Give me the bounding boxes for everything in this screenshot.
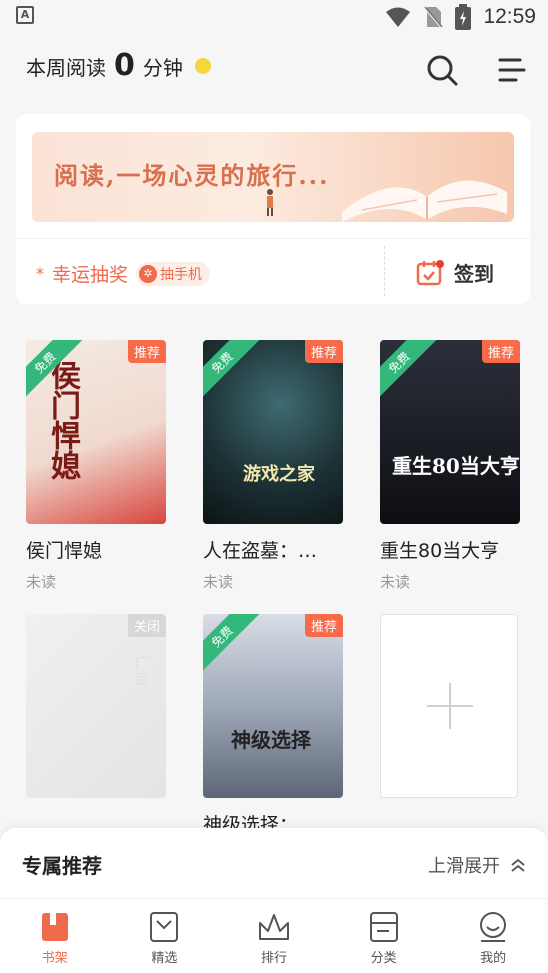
nav-bookshelf[interactable]: 书架 [0, 899, 110, 973]
sign-in-button[interactable]: 签到 [416, 258, 494, 287]
cover-title: 游戏之家 [243, 464, 315, 485]
lucky-draw-label: 幸运抽奖 [52, 264, 129, 286]
star-icon: * [36, 264, 44, 283]
expand-label: 上滑展开 [428, 856, 500, 877]
book-title: 侯门悍媳 [26, 540, 103, 562]
wheel-icon: ✲ [139, 264, 158, 283]
book-status: 未读 [26, 573, 57, 591]
book-cover: 神级选择 免费 推荐 [203, 614, 343, 798]
recommend-tag: 推荐 [127, 340, 166, 363]
promo-card: 阅读,一场心灵的旅行... * 幸运抽奖 ✲ 抽手机 签到 [16, 114, 530, 304]
calendar-icon [416, 259, 444, 285]
book-cover: 游戏之家 免费 推荐 [203, 340, 343, 524]
menu-icon[interactable] [496, 54, 528, 86]
book-item[interactable]: 侯门悍媳 免费 推荐 侯门悍媳 未读 [26, 340, 166, 592]
recommend-tag: 推荐 [304, 340, 343, 363]
nav-featured[interactable]: 精选 [110, 899, 220, 973]
book-cover: 侯门悍媳 免费 推荐 [26, 340, 166, 524]
wifi-icon [386, 7, 411, 27]
nav-label: 我的 [480, 951, 507, 966]
bottom-nav: 书架 精选 排行 分类 我的 [0, 898, 548, 973]
divider [16, 238, 530, 239]
notification-icon: A [16, 6, 34, 24]
nav-ranking[interactable]: 排行 [219, 899, 329, 973]
double-chevron-up-icon [511, 858, 525, 872]
nav-label: 精选 [151, 951, 178, 966]
lucky-draw-button[interactable]: * 幸运抽奖 ✲ 抽手机 [36, 260, 211, 287]
reading-banner[interactable]: 阅读,一场心灵的旅行... [32, 132, 514, 222]
lucky-draw-badge-label: 抽手机 [160, 266, 203, 283]
book-title: 人在盗墓：… [203, 540, 318, 562]
search-icon[interactable] [424, 52, 460, 88]
ad-watermark: 广告 [131, 654, 150, 686]
free-ribbon: 免费 [380, 340, 439, 402]
book-item[interactable]: 游戏之家 免费 推荐 人在盗墓：… 未读 [203, 340, 343, 592]
sign-in-label: 签到 [454, 262, 494, 286]
category-icon [369, 912, 398, 942]
add-book-button[interactable] [380, 614, 518, 798]
book-cover: 重生80当大亨 免费 推荐 [380, 340, 520, 524]
lucky-draw-badge: ✲ 抽手机 [136, 261, 211, 286]
reading-suffix: 分钟 [142, 56, 183, 80]
weekly-reading-stat[interactable]: 本周阅读 0 分钟 [26, 48, 211, 83]
cover-title: 重生80当大亨 [392, 454, 520, 478]
book-title: 重生80当大亨 [380, 540, 500, 562]
recommend-tag: 推荐 [481, 340, 520, 363]
book-item[interactable]: 神级选择 免费 推荐 神级选择： [203, 614, 343, 837]
free-ribbon: 免费 [203, 614, 262, 676]
no-sim-icon [423, 6, 444, 29]
cover-title: 侯门悍媳 [45, 360, 80, 480]
ad-close-button[interactable]: 关闭 [127, 614, 166, 637]
featured-icon [150, 912, 179, 942]
free-ribbon: 免费 [203, 340, 262, 402]
header: 本周阅读 0 分钟 [0, 40, 548, 100]
nav-profile[interactable]: 我的 [438, 899, 548, 973]
recommend-tag: 推荐 [304, 614, 343, 637]
recommend-sheet[interactable]: 专属推荐 上滑展开 [0, 828, 548, 898]
plus-icon-vertical [449, 683, 451, 729]
open-book-illustration [342, 180, 507, 222]
reading-minutes: 0 [114, 48, 135, 83]
profile-icon [480, 912, 507, 942]
book-status: 未读 [203, 573, 234, 591]
ad-card[interactable]: 广告 关闭 [26, 614, 166, 798]
crown-icon [258, 914, 289, 940]
vertical-divider [384, 246, 385, 296]
expand-button[interactable]: 上滑展开 [428, 852, 526, 878]
nav-category[interactable]: 分类 [329, 899, 439, 973]
nav-label: 分类 [370, 951, 397, 966]
book-status: 未读 [380, 573, 411, 591]
traveler-icon [267, 189, 273, 216]
clock: 12:59 [483, 5, 536, 28]
book-item[interactable]: 重生80当大亨 免费 推荐 重生80当大亨 未读 [380, 340, 520, 592]
bookshelf-icon [41, 913, 68, 941]
reading-prefix: 本周阅读 [26, 56, 106, 80]
cover-title: 神级选择 [231, 728, 311, 752]
coin-icon [194, 57, 211, 74]
battery-icon [455, 4, 472, 30]
sheet-title: 专属推荐 [22, 854, 102, 878]
nav-label: 书架 [41, 951, 68, 966]
banner-text: 阅读,一场心灵的旅行... [54, 161, 330, 190]
nav-label: 排行 [260, 951, 287, 966]
status-bar: A 12:59 [0, 0, 548, 32]
